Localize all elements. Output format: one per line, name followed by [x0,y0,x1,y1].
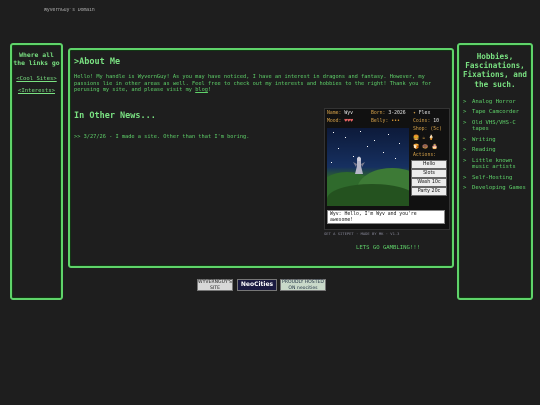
about-text-end: ! [207,87,212,93]
list-item: > Little known music artists [463,157,516,171]
list-item: > Analog Horror [463,98,516,105]
hobbies-panel: Hobbies, Fascinations, Fixations, and th… [457,43,533,300]
party-button[interactable]: Party 20c [411,187,447,196]
main-panel: >About Me Hello! My handle is WyvernGuy!… [68,48,454,268]
about-text-body: Hello! My handle is WyvernGuy! As you ma… [74,74,432,93]
hello-button[interactable]: Hello [411,160,447,169]
shop-items-row-1[interactable]: 🍔 ☕ 🍦 [413,135,434,141]
link-cool-sites[interactable]: <Cool Sites> [12,76,61,82]
pet-credit[interactable]: GET A SITEPET · MADE BY MK · V1.3 [324,231,399,236]
wash-button[interactable]: Wash 10c [411,178,447,187]
list-item: > Tape Camcorder [463,109,520,116]
shop-label: Shop: (5c) [413,127,442,132]
list-item: > Developing Games [463,185,526,192]
site-pet-widget: Name: Wyv Born: 3-2026 ✦ Flex Mood: ♥♥♥ … [324,108,450,230]
pet-born: Born: 3-2026 [371,111,406,116]
hosted-on-neocities-badge[interactable]: PROUDLY HOSTED ON neocities [280,279,326,291]
news-item: >> 3/27/26 - I made a site. Other than t… [74,134,250,140]
slots-button[interactable]: Slots [411,169,447,178]
pet-mood: Mood: ♥♥♥ [327,119,354,124]
links-panel: Where all the links go <Cool Sites> <Int… [10,43,63,300]
site-badge[interactable]: WYVERNGUY'S SITE [197,279,233,291]
list-item: > Old VHS/VHS-C tapes [463,120,516,133]
shop-items-row-2[interactable]: 🍞 🍩 🎂 [413,144,438,150]
news-heading: In Other News... [74,111,156,121]
about-text: Hello! My handle is WyvernGuy! As you ma… [74,74,446,94]
pet-belly: Belly: ••• [371,119,400,124]
list-item: > Reading [463,147,496,154]
ascii-banner: WyvernGuy's Domain [44,8,95,13]
links-panel-title: Where all the links go [13,51,60,67]
pet-name: Name: Wyv [327,111,354,116]
pet-speech-bubble: Wyv: Hello, I'm Wyv and you're awesome! [327,210,445,224]
dragon-icon[interactable] [353,154,365,178]
pet-status: ✦ Flex [413,111,431,116]
hobbies-list: > Analog Horror > Tape Camcorder > Old VHS/… [463,99,531,192]
pet-coins: Coins: 10 [413,119,439,124]
list-item: > Writing [463,136,496,143]
actions-label: Actions: [413,153,437,158]
list-item: > Self-Hosting [463,174,513,181]
pet-scene-image [327,128,409,206]
gambling-link[interactable]: LETS GO GAMBLING!!! [356,245,420,251]
about-heading: >About Me [74,57,121,67]
link-interests[interactable]: <Interests> [12,88,61,94]
hobbies-title: Hobbies, Fascinations, Fixations, and th… [462,52,527,89]
blog-link[interactable]: blog [195,87,208,93]
neocities-badge[interactable]: NeoCities [237,279,277,291]
